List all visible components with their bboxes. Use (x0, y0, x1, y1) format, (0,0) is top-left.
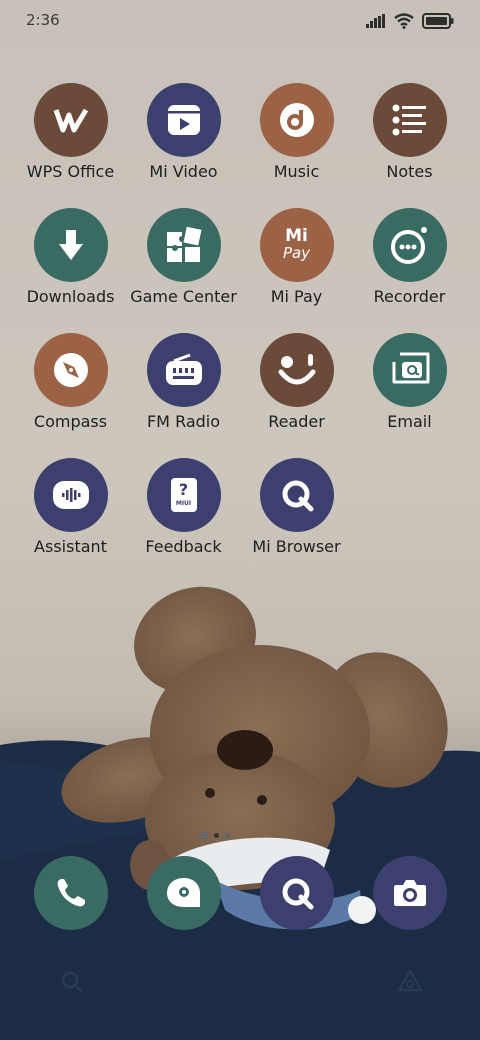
app-music[interactable]: Music (240, 83, 353, 181)
puzzle-icon (146, 208, 221, 282)
app-feedback[interactable]: ? MIUI Feedback (127, 458, 240, 556)
dock-messages[interactable] (147, 856, 221, 930)
app-label: Email (387, 412, 432, 431)
app-label: Game Center (130, 287, 237, 306)
page-indicator[interactable] (200, 832, 230, 839)
recorder-icon (372, 208, 447, 282)
home-screen: 2:36 WPS Office Mi Video Music Notes Dow… (0, 0, 480, 1040)
assistant-voice-icon (33, 458, 108, 532)
app-wps-office[interactable]: WPS Office (14, 83, 127, 181)
reader-smile-icon (259, 333, 334, 407)
app-label: Mi Browser (252, 537, 341, 556)
app-downloads[interactable]: Downloads (14, 208, 127, 306)
browser-icon (260, 856, 334, 930)
app-label: FM Radio (146, 412, 221, 431)
app-label: WPS Office (26, 162, 115, 181)
app-game-center[interactable]: Game Center (127, 208, 240, 306)
app-label: Assistant (34, 537, 107, 556)
messages-icon (147, 856, 221, 930)
app-label: Reader (268, 412, 325, 431)
mi-pay-icon-bottom-text: Pay (282, 244, 311, 262)
app-mi-browser[interactable]: Mi Browser (240, 458, 353, 556)
browser-icon (259, 458, 334, 532)
app-label: Recorder (373, 287, 446, 306)
mi-pay-icon: Mi Pay (259, 208, 334, 282)
page-dot (214, 833, 219, 838)
app-email[interactable]: Email (353, 333, 466, 431)
app-label: Compass (33, 412, 108, 431)
app-compass[interactable]: Compass (14, 333, 127, 431)
status-time: 2:36 (26, 11, 60, 29)
app-notes[interactable]: Notes (353, 83, 466, 181)
battery-icon (422, 13, 454, 29)
app-label: Notes (386, 162, 433, 181)
app-label: Feedback (145, 537, 222, 556)
app-label: Mi Video (149, 162, 218, 181)
search-icon[interactable] (60, 970, 84, 994)
app-vault-icon[interactable] (396, 968, 424, 994)
app-assistant[interactable]: Assistant (14, 458, 127, 556)
page-dot (225, 833, 230, 838)
wifi-icon (394, 13, 414, 29)
app-label: Music (273, 162, 320, 181)
mi-pay-icon-top-text: Mi (285, 226, 308, 246)
dock-camera[interactable] (373, 856, 447, 930)
signal-icon (366, 14, 385, 28)
app-mi-video[interactable]: Mi Video (127, 83, 240, 181)
dock-phone[interactable] (34, 856, 108, 930)
page-indicator-menu-icon (200, 832, 208, 839)
question-mark-icon: ? (178, 480, 189, 499)
app-recorder[interactable]: Recorder (353, 208, 466, 306)
app-reader[interactable]: Reader (240, 333, 353, 431)
phone-icon (34, 856, 108, 930)
radio-icon (146, 333, 221, 407)
download-arrow-icon (33, 208, 108, 282)
video-play-icon (146, 83, 221, 157)
camera-icon (373, 856, 447, 930)
wps-office-icon (33, 83, 108, 157)
compass-icon (33, 333, 108, 407)
music-disc-icon (259, 83, 334, 157)
email-icon (372, 333, 447, 407)
app-fm-radio[interactable]: FM Radio (127, 333, 240, 431)
notes-list-icon (372, 83, 447, 157)
app-mi-pay[interactable]: Mi Pay Mi Pay (240, 208, 353, 306)
feedback-icon-text: MIUI (175, 500, 192, 507)
app-label: Downloads (26, 287, 115, 306)
feedback-icon: ? MIUI (146, 458, 221, 532)
dock-browser[interactable] (260, 856, 334, 930)
app-label: Mi Pay (270, 287, 323, 306)
status-icons (366, 10, 454, 32)
